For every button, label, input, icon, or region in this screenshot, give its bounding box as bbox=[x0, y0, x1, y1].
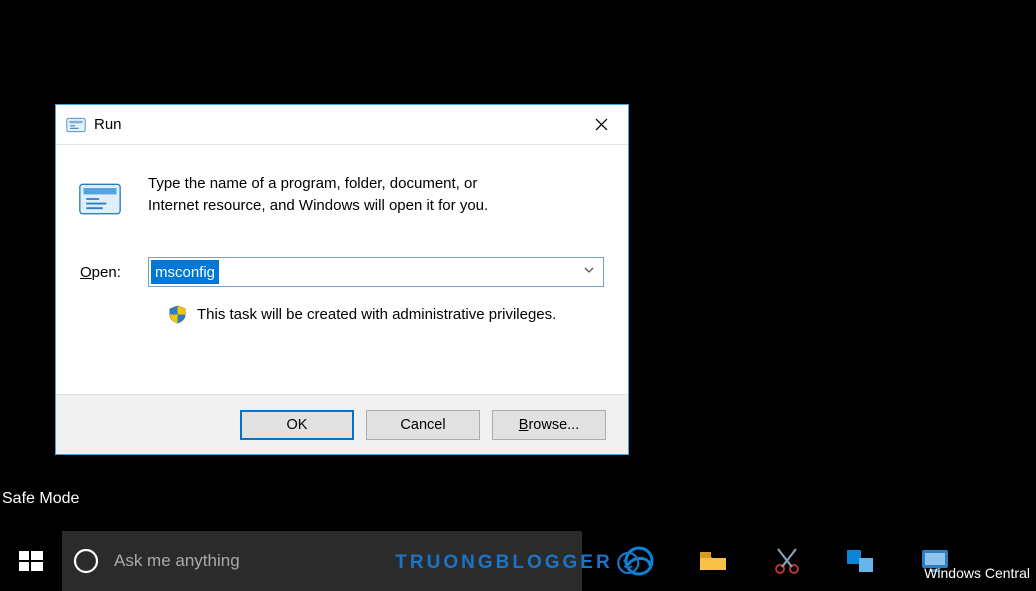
taskbar-snipping-tool-icon[interactable] bbox=[770, 544, 804, 578]
combobox-dropdown-button[interactable] bbox=[583, 263, 595, 281]
edge-icon bbox=[622, 544, 656, 578]
run-open-input-value[interactable]: msconfig bbox=[151, 260, 219, 284]
taskbar-app1-icon[interactable] bbox=[844, 544, 878, 578]
folder-icon bbox=[696, 544, 730, 578]
windows-logo-icon bbox=[19, 549, 43, 573]
cancel-button[interactable]: Cancel bbox=[366, 410, 480, 440]
uac-shield-icon bbox=[168, 305, 187, 324]
taskbar-edge-icon[interactable] bbox=[622, 544, 656, 578]
chevron-down-icon bbox=[583, 264, 595, 276]
taskbar: Ask me anything Windows Central bbox=[0, 531, 1036, 591]
window-tiles-icon bbox=[844, 544, 878, 578]
run-dialog-icon bbox=[78, 177, 122, 221]
run-open-label: Open: bbox=[80, 264, 148, 281]
taskbar-file-explorer-icon[interactable] bbox=[696, 544, 730, 578]
run-close-button[interactable] bbox=[578, 105, 624, 144]
run-admin-note: This task will be created with administr… bbox=[197, 306, 556, 323]
start-button[interactable] bbox=[0, 531, 62, 591]
close-icon bbox=[595, 118, 608, 131]
run-description: Type the name of a program, folder, docu… bbox=[148, 173, 488, 217]
run-button-bar: OK Cancel Browse... bbox=[56, 394, 628, 454]
run-open-combobox[interactable]: msconfig bbox=[148, 257, 604, 287]
taskbar-search-box[interactable]: Ask me anything bbox=[62, 531, 582, 591]
windows-central-label: Windows Central bbox=[924, 565, 1030, 581]
safe-mode-label: Safe Mode bbox=[2, 490, 79, 508]
taskbar-search-placeholder: Ask me anything bbox=[114, 551, 240, 571]
ok-button[interactable]: OK bbox=[240, 410, 354, 440]
scissors-icon bbox=[770, 544, 804, 578]
run-titlebar[interactable]: Run bbox=[56, 105, 628, 145]
cortana-icon bbox=[72, 547, 100, 575]
run-title-icon bbox=[66, 115, 86, 135]
browse-button[interactable]: Browse... bbox=[492, 410, 606, 440]
run-title-text: Run bbox=[94, 116, 578, 133]
run-dialog: Run Type the name of a program, folder, … bbox=[55, 104, 629, 455]
